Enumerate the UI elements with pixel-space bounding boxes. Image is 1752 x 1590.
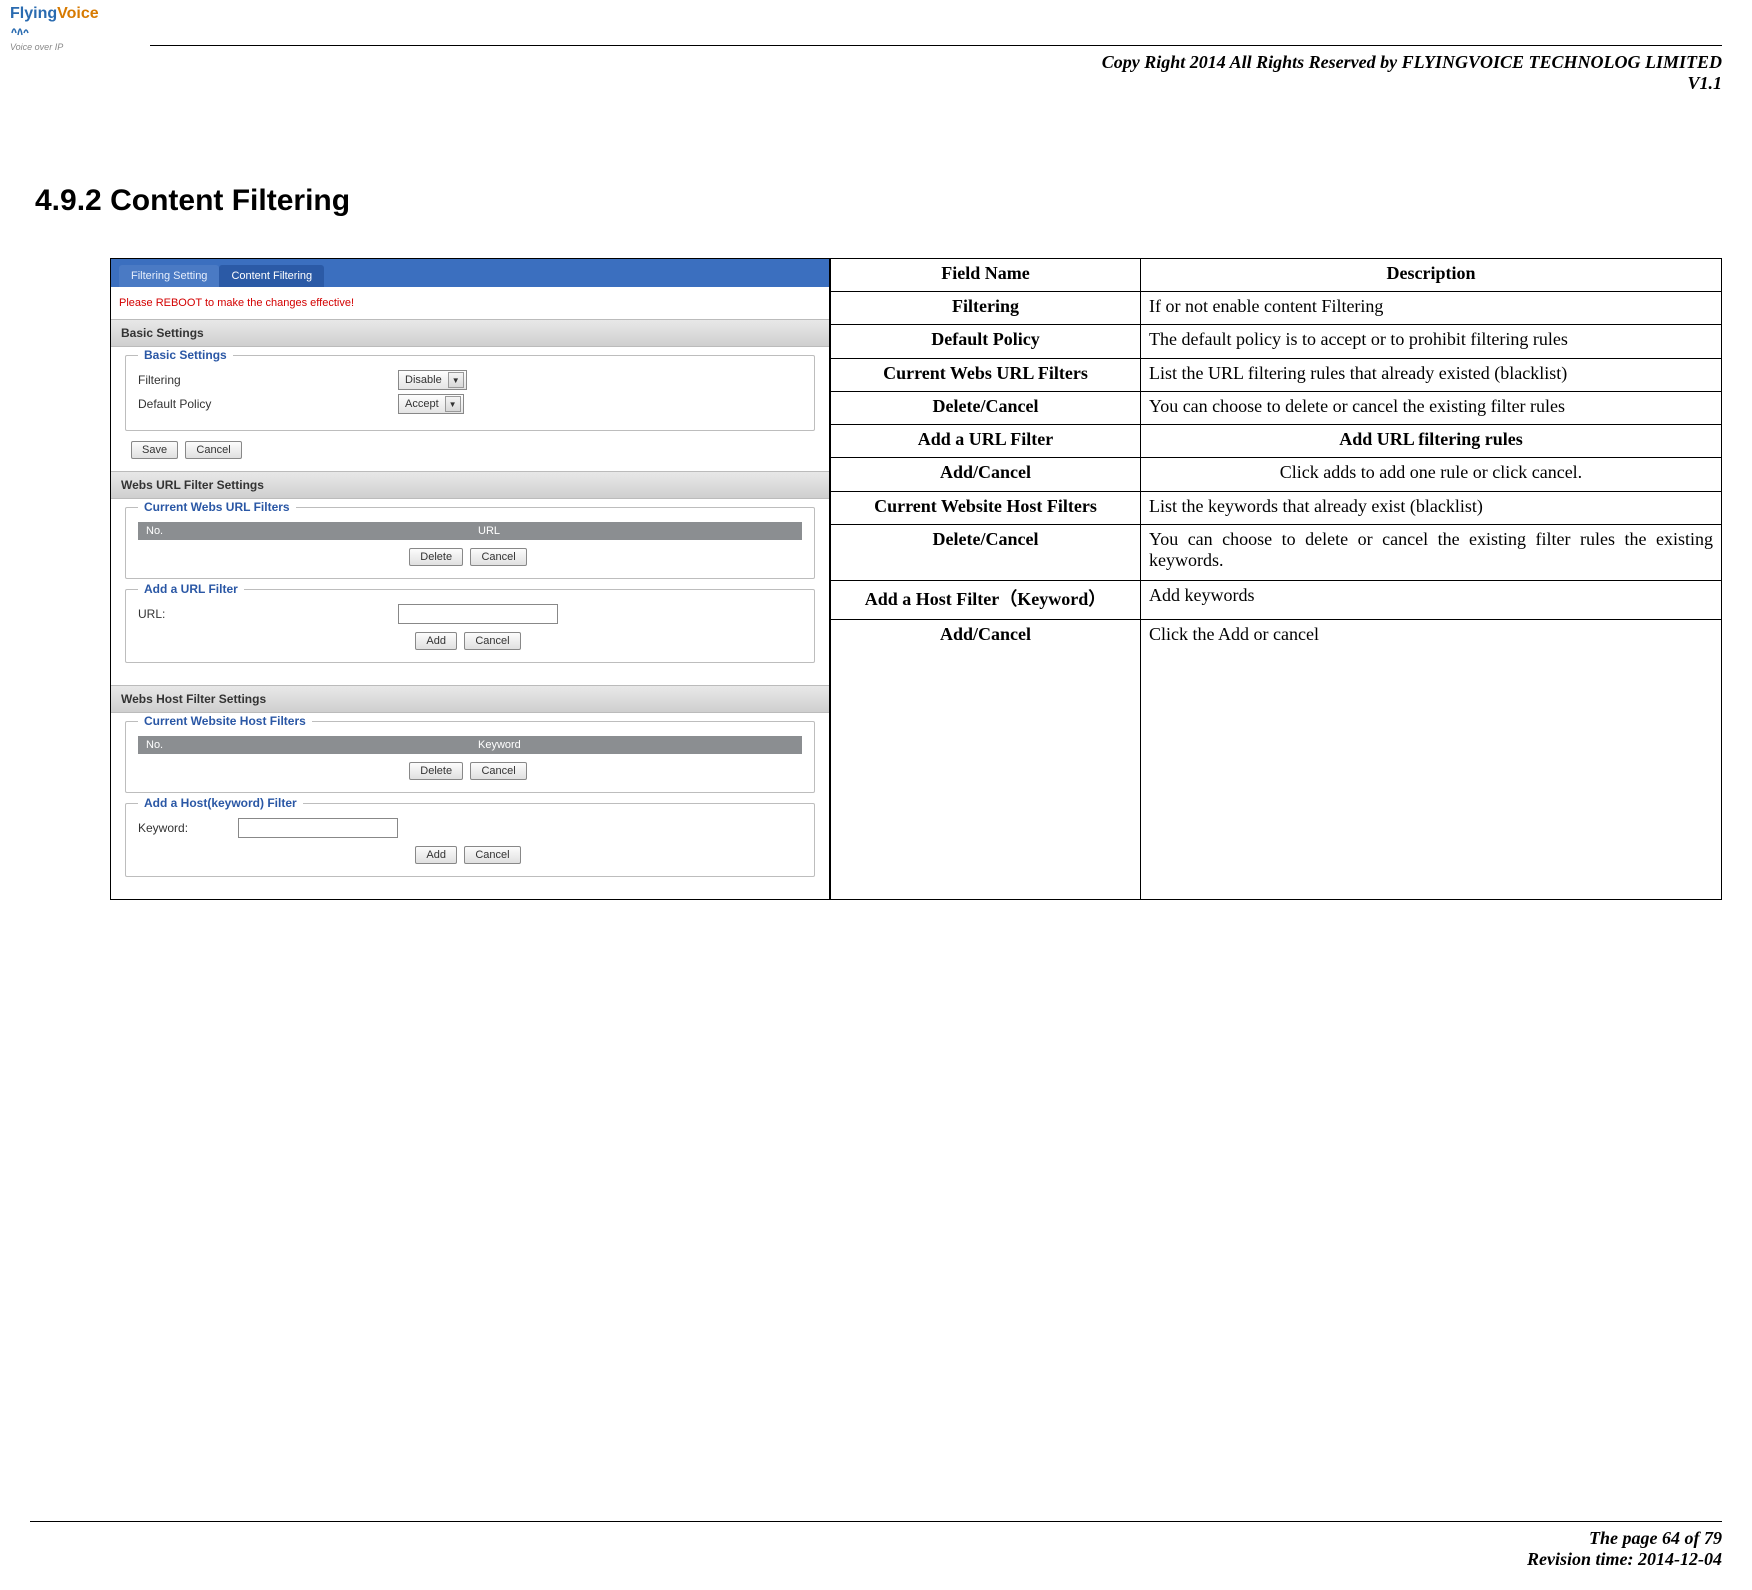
tab-bar: Filtering Setting Content Filtering bbox=[111, 259, 829, 287]
add-button[interactable]: Add bbox=[415, 846, 457, 864]
copyright-text: Copy Right 2014 All Rights Reserved by F… bbox=[30, 52, 1722, 73]
delete-button[interactable]: Delete bbox=[409, 762, 463, 780]
delete-button[interactable]: Delete bbox=[409, 548, 463, 566]
legend-current-host: Current Website Host Filters bbox=[138, 714, 312, 728]
legend-current-url: Current Webs URL Filters bbox=[138, 500, 296, 514]
th-field: Field Name bbox=[831, 259, 1141, 292]
table-row: Delete/CancelYou can choose to delete or… bbox=[831, 391, 1722, 424]
fieldset-current-host: Current Website Host Filters No. Keyword… bbox=[125, 721, 815, 793]
label-default-policy: Default Policy bbox=[138, 397, 398, 411]
chevron-down-icon: ▼ bbox=[445, 396, 461, 412]
th-desc: Description bbox=[1141, 259, 1722, 292]
table-row: Add/CancelClick the Add or cancel bbox=[831, 620, 1722, 900]
table-row: Current Webs URL FiltersList the URL fil… bbox=[831, 358, 1722, 391]
panel-basic-title: Basic Settings bbox=[111, 319, 829, 347]
description-table: Field Name Description FilteringIf or no… bbox=[830, 258, 1722, 900]
table-row: FilteringIf or not enable content Filter… bbox=[831, 292, 1722, 325]
tab-content-filtering[interactable]: Content Filtering bbox=[219, 265, 324, 287]
col-no: No. bbox=[138, 522, 470, 540]
panel-url-title: Webs URL Filter Settings bbox=[111, 471, 829, 499]
fieldset-add-url: Add a URL Filter URL: Add Cancel bbox=[125, 589, 815, 663]
wave-icon bbox=[10, 23, 30, 37]
cancel-button[interactable]: Cancel bbox=[185, 441, 241, 459]
add-button[interactable]: Add bbox=[415, 632, 457, 650]
reboot-notice: Please REBOOT to make the changes effect… bbox=[111, 287, 829, 319]
cancel-button[interactable]: Cancel bbox=[464, 846, 520, 864]
label-url: URL: bbox=[138, 607, 398, 621]
table-row: Add a Host Filter（Keyword）Add keywords bbox=[831, 581, 1722, 620]
table-row: Add a URL FilterAdd URL filtering rules bbox=[831, 425, 1722, 458]
col-keyword: Keyword bbox=[470, 736, 802, 754]
col-no: No. bbox=[138, 736, 470, 754]
section-heading: 4.9.2 Content Filtering bbox=[35, 184, 1722, 218]
select-filtering[interactable]: Disable▼ bbox=[398, 370, 467, 390]
logo-tagline: Voice over IP bbox=[10, 42, 110, 52]
fieldset-add-host: Add a Host(keyword) Filter Keyword: Add … bbox=[125, 803, 815, 877]
save-button[interactable]: Save bbox=[131, 441, 178, 459]
fieldset-basic: Basic Settings Filtering Disable▼ Defaul… bbox=[125, 355, 815, 431]
panel-host-title: Webs Host Filter Settings bbox=[111, 685, 829, 713]
cancel-button[interactable]: Cancel bbox=[464, 632, 520, 650]
url-input[interactable] bbox=[398, 604, 558, 624]
header-divider bbox=[150, 45, 1722, 46]
tab-filtering-setting[interactable]: Filtering Setting bbox=[119, 265, 219, 287]
section-title: Content Filtering bbox=[110, 184, 350, 217]
table-row: Add/CancelClick adds to add one rule or … bbox=[831, 458, 1722, 491]
version-text: V1.1 bbox=[30, 73, 1722, 94]
chevron-down-icon: ▼ bbox=[448, 372, 464, 388]
label-keyword: Keyword: bbox=[138, 821, 238, 835]
col-url: URL bbox=[470, 522, 802, 540]
label-filtering: Filtering bbox=[138, 373, 398, 387]
page-footer: The page 64 of 79 Revision time: 2014-12… bbox=[30, 1521, 1722, 1570]
select-default-policy[interactable]: Accept▼ bbox=[398, 394, 464, 414]
legend-add-host: Add a Host(keyword) Filter bbox=[138, 796, 303, 810]
legend-add-url: Add a URL Filter bbox=[138, 582, 244, 596]
table-row: Delete/CancelYou can choose to delete or… bbox=[831, 524, 1722, 580]
fieldset-current-url: Current Webs URL Filters No. URL Delete … bbox=[125, 507, 815, 579]
section-number: 4.9.2 bbox=[35, 184, 102, 217]
logo-text-2: Voice bbox=[57, 5, 99, 22]
brand-logo: FlyingVoice Voice over IP bbox=[10, 5, 110, 65]
ui-screenshot-pane: Filtering Setting Content Filtering Plea… bbox=[110, 258, 830, 900]
logo-text-1: Flying bbox=[10, 5, 57, 22]
legend-basic: Basic Settings bbox=[138, 348, 233, 362]
revision-time: Revision time: 2014-12-04 bbox=[30, 1549, 1722, 1570]
cancel-button[interactable]: Cancel bbox=[470, 548, 526, 566]
page-number: The page 64 of 79 bbox=[30, 1528, 1722, 1549]
table-row: Current Website Host FiltersList the key… bbox=[831, 491, 1722, 524]
keyword-input[interactable] bbox=[238, 818, 398, 838]
table-row: Default PolicyThe default policy is to a… bbox=[831, 325, 1722, 358]
cancel-button[interactable]: Cancel bbox=[470, 762, 526, 780]
